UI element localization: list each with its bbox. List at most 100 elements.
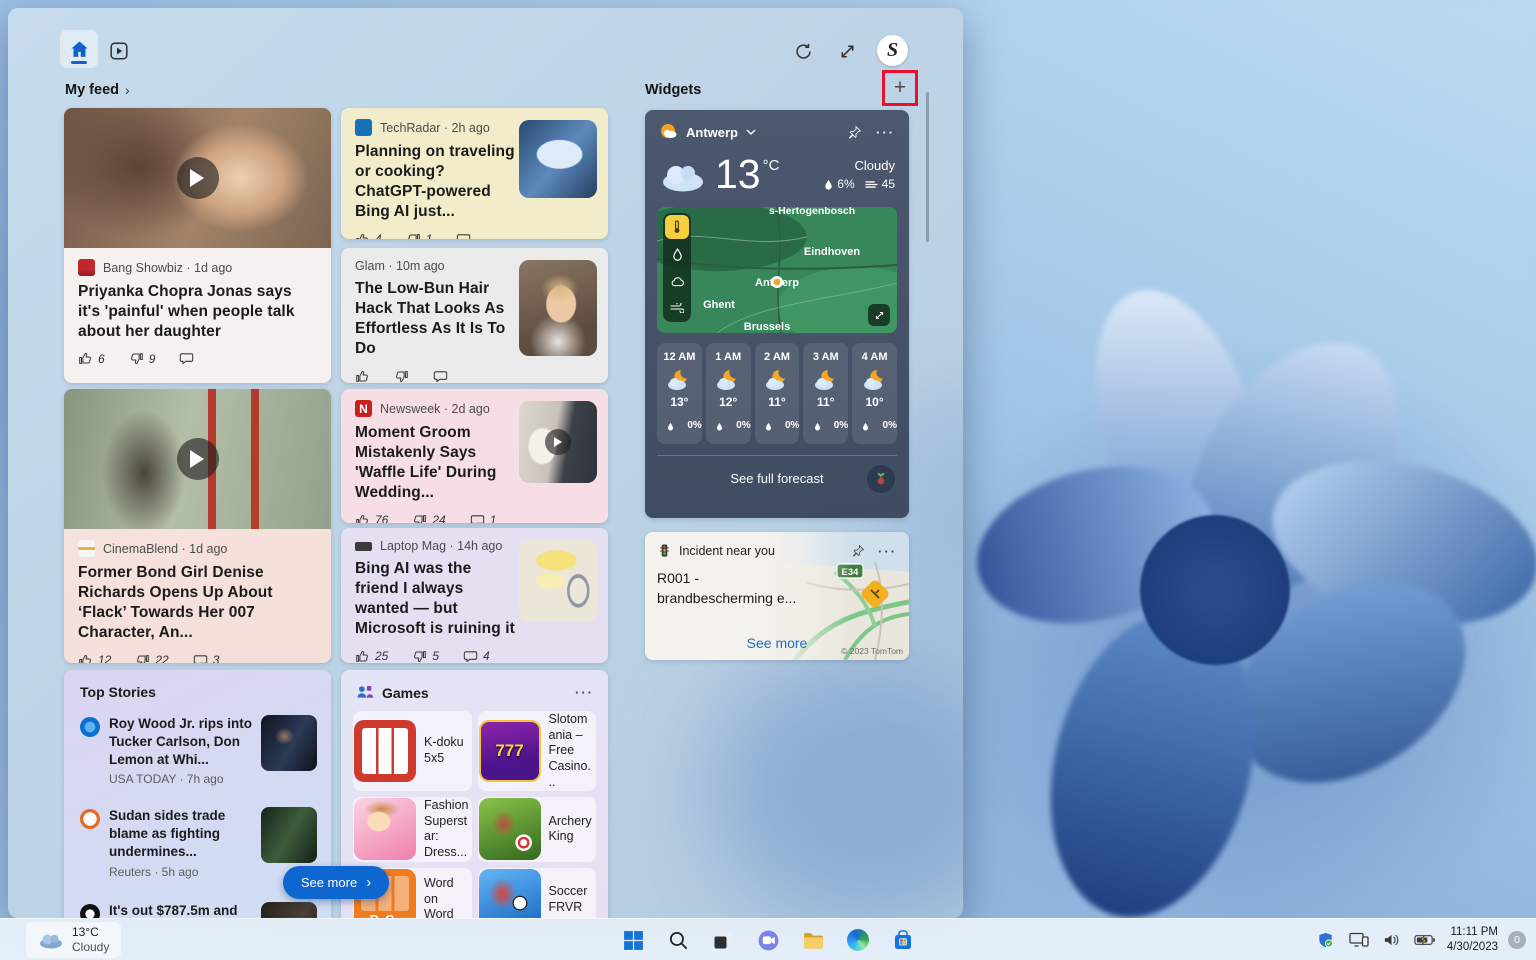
edge-browser-button[interactable] xyxy=(843,925,873,955)
feed-card-glam[interactable]: Glam · 10m ago The Low-Bun Hair Hack Tha… xyxy=(341,248,608,383)
game-tile-soccer[interactable]: Soccer FRVR xyxy=(478,868,597,918)
comment-button[interactable]: 4 xyxy=(463,649,490,663)
headline[interactable]: Bing AI was the friend I always wanted —… xyxy=(355,559,515,640)
thumb-down-icon xyxy=(394,369,409,383)
comment-button[interactable] xyxy=(179,351,194,366)
article-thumbnail xyxy=(519,260,597,356)
taskbar-clock[interactable]: 11:11 PM 4/30/2023 xyxy=(1447,925,1498,955)
expand-button[interactable] xyxy=(838,42,858,62)
play-button[interactable] xyxy=(177,157,219,199)
volume-tray-icon[interactable] xyxy=(1381,925,1403,955)
precipitation-icon xyxy=(667,422,674,431)
tab-video[interactable] xyxy=(109,41,129,61)
comment-button[interactable]: 1 xyxy=(470,513,497,523)
comment-icon xyxy=(433,369,448,383)
hour-cell[interactable]: 12 AM 13° 0% xyxy=(657,343,702,444)
feed-card-newsweek[interactable]: N Newsweek · 2d ago Moment Groom Mistake… xyxy=(341,389,608,523)
story-headline[interactable]: It's out $787.5m and top host Tucker Car… xyxy=(109,902,252,918)
hour-cell[interactable]: 1 AM 12° 0% xyxy=(706,343,751,444)
headline[interactable]: The Low-Bun Hair Hack That Looks As Effo… xyxy=(355,279,515,360)
cast-device-tray-icon[interactable] xyxy=(1347,925,1371,955)
dislike-button[interactable]: 22 xyxy=(135,653,168,663)
like-button[interactable]: 12 xyxy=(78,653,111,663)
see-more-button[interactable]: See more› xyxy=(283,866,389,899)
incident-description[interactable]: R001 - brandbescherming e... xyxy=(657,568,817,609)
start-button[interactable] xyxy=(618,925,648,955)
game-tile-archery[interactable]: Archery King xyxy=(478,797,597,862)
dislike-button[interactable]: 1 xyxy=(406,232,433,239)
like-button[interactable] xyxy=(355,369,370,383)
task-view-button[interactable] xyxy=(708,925,738,955)
games-menu-button[interactable]: ··· xyxy=(575,685,594,700)
notification-count-badge[interactable]: 0 xyxy=(1508,931,1526,949)
dislike-button[interactable] xyxy=(394,369,409,383)
like-button[interactable]: 6 xyxy=(78,351,105,366)
story-headline[interactable]: Roy Wood Jr. rips into Tucker Carlson, D… xyxy=(109,715,252,768)
clock-date: 4/30/2023 xyxy=(1447,940,1498,955)
hour-cell[interactable]: 3 AM 11° 0% xyxy=(803,343,848,444)
feed-card-techradar[interactable]: TechRadar · 2h ago Planning on traveling… xyxy=(341,108,608,239)
dislike-button[interactable]: 9 xyxy=(129,351,156,366)
wind-layer-button[interactable] xyxy=(665,296,689,320)
play-button[interactable] xyxy=(177,438,219,480)
dislike-button[interactable]: 24 xyxy=(412,513,445,523)
avatar-letter: S xyxy=(887,39,898,62)
pin-icon[interactable] xyxy=(847,125,862,140)
plant-badge-icon[interactable] xyxy=(867,465,895,493)
headline[interactable]: Moment Groom Mistakenly Says 'Waffle Lif… xyxy=(355,423,515,504)
feed-card-cinemablend[interactable]: CinemaBlend · 1d ago Former Bond Girl De… xyxy=(64,389,331,663)
map-expand-button[interactable] xyxy=(868,304,890,326)
game-label: Fashion Superstar: Dress... xyxy=(424,798,471,861)
see-full-forecast-link[interactable]: See full forecast xyxy=(730,471,823,486)
hour-cell[interactable]: 2 AM 11° 0% xyxy=(755,343,800,444)
headline[interactable]: Planning on traveling or cooking? ChatGP… xyxy=(355,142,515,223)
game-tile-kdoku[interactable]: K-doku 5x5 xyxy=(353,711,472,791)
scrollbar[interactable] xyxy=(926,92,929,242)
source-logo xyxy=(78,259,95,276)
dislike-button[interactable]: 5 xyxy=(412,649,439,663)
profile-avatar[interactable]: S xyxy=(877,35,908,66)
chat-button[interactable] xyxy=(753,925,783,955)
game-tile-slotomania[interactable]: 777Slotomania – Free Casino... xyxy=(478,711,597,791)
headline[interactable]: Priyanka Chopra Jonas says it's 'painful… xyxy=(78,282,317,342)
games-icon xyxy=(355,683,374,702)
taskbar-weather-widget[interactable]: 13°C Cloudy xyxy=(26,922,121,958)
feed-card-priyanka[interactable]: Bang Showbiz · 1d ago Priyanka Chopra Jo… xyxy=(64,108,331,383)
feed-card-laptopmag[interactable]: Laptop Mag · 14h ago Bing AI was the fri… xyxy=(341,528,608,663)
weather-menu-button[interactable]: ··· xyxy=(876,125,895,140)
pin-icon[interactable] xyxy=(851,544,865,558)
security-shield-tray-icon[interactable] xyxy=(1315,925,1337,955)
tab-home[interactable] xyxy=(60,30,98,68)
weather-location[interactable]: Antwerp xyxy=(686,125,738,140)
story-headline[interactable]: Sudan sides trade blame as fighting unde… xyxy=(109,807,252,860)
taskbar-condition: Cloudy xyxy=(72,940,109,954)
comment-button[interactable] xyxy=(456,232,471,239)
microsoft-store-button[interactable] xyxy=(888,925,918,955)
hour-cell[interactable]: 4 AM 10° 0% xyxy=(852,343,897,444)
chevron-down-icon[interactable] xyxy=(745,126,757,138)
like-button[interactable]: 76 xyxy=(355,513,388,523)
headline[interactable]: Former Bond Girl Denise Richards Opens U… xyxy=(78,563,317,644)
incident-menu-button[interactable]: ··· xyxy=(878,544,897,559)
game-tile-fashion[interactable]: Fashion Superstar: Dress... xyxy=(353,797,472,862)
droplet-icon xyxy=(672,248,683,261)
cloud-layer-button[interactable] xyxy=(665,269,689,293)
comment-button[interactable] xyxy=(433,369,448,383)
like-button[interactable]: 25 xyxy=(355,649,388,663)
source-logo xyxy=(355,542,372,551)
my-feed-header[interactable]: My feed› xyxy=(65,82,130,98)
source-line: TechRadar · 2h ago xyxy=(380,121,490,135)
weather-map[interactable]: s-Hertogenbosch Eindhoven Antwerp Ghent … xyxy=(657,207,897,333)
refresh-button[interactable] xyxy=(794,42,814,62)
story-item[interactable]: It's out $787.5m and top host Tucker Car… xyxy=(64,895,331,918)
add-widget-button[interactable]: + xyxy=(886,74,914,102)
search-button[interactable] xyxy=(663,925,693,955)
temperature-layer-button[interactable] xyxy=(665,215,689,239)
story-item[interactable]: Roy Wood Jr. rips into Tucker Carlson, D… xyxy=(64,708,331,794)
comment-button[interactable]: 3 xyxy=(193,653,220,663)
battery-tray-icon[interactable] xyxy=(1413,925,1437,955)
file-explorer-button[interactable] xyxy=(798,925,828,955)
precipitation-layer-button[interactable] xyxy=(665,242,689,266)
play-button[interactable] xyxy=(545,429,571,455)
like-button[interactable]: 4 xyxy=(355,232,382,239)
